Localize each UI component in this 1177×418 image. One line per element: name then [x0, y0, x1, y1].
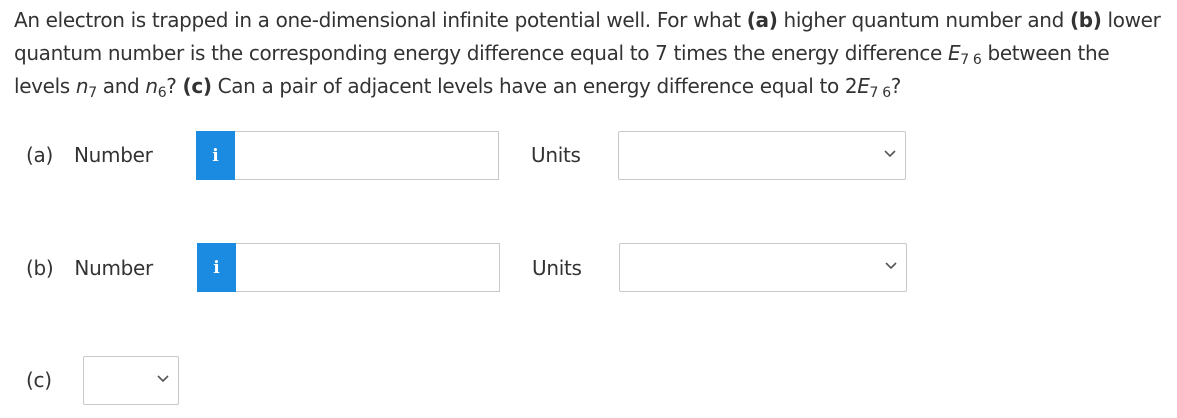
quantum-number-symbol: n	[145, 74, 158, 98]
part-b-number-input[interactable]	[236, 243, 500, 292]
chevron-down-icon	[885, 262, 897, 270]
part-a-info-icon[interactable]: i	[196, 131, 235, 180]
quantum-number-symbol: n	[75, 74, 89, 98]
energy-subscript: 7 6	[960, 52, 982, 68]
question-fragment: and	[96, 74, 146, 98]
question-part-b-tag: (b)	[1069, 8, 1102, 32]
question-fragment: ?	[166, 74, 183, 98]
part-b-units-label: Units	[532, 256, 582, 280]
part-a-label: (a) Number	[26, 143, 153, 167]
question-fragment: Can a pair of adjacent levels have an en…	[211, 74, 858, 98]
question-part-a-tag: (a)	[746, 8, 778, 32]
chevron-down-icon	[884, 150, 896, 158]
chevron-down-icon	[157, 375, 169, 383]
part-b-tag: (b)	[26, 256, 54, 280]
part-a-units-label: Units	[531, 143, 581, 167]
quantum-number-subscript: 6	[157, 85, 167, 101]
part-a-units-select[interactable]	[618, 131, 906, 180]
energy-subscript: 7 6	[869, 85, 892, 101]
question-fragment: ?	[890, 74, 902, 98]
part-b-label: (b) Number	[26, 256, 153, 280]
part-b-units-select[interactable]	[619, 243, 907, 292]
part-c-label: (c)	[26, 368, 52, 392]
part-a-number-input[interactable]	[235, 131, 499, 180]
part-a-number-label: Number	[73, 143, 153, 167]
part-c-select[interactable]	[83, 356, 179, 405]
part-a-tag: (a)	[26, 143, 53, 167]
energy-symbol: E	[947, 41, 961, 65]
question-part-c-tag: (c)	[182, 74, 212, 98]
part-b-info-icon[interactable]: i	[197, 243, 236, 292]
energy-symbol: E	[857, 74, 870, 98]
part-b-number-label: Number	[74, 256, 153, 280]
question-fragment: higher quantum number and	[777, 8, 1070, 32]
quantum-number-subscript: 7	[88, 85, 97, 101]
part-c-tag: (c)	[26, 368, 52, 392]
question-text: An electron is trapped in a one-dimensio…	[14, 4, 1164, 103]
question-fragment: An electron is trapped in a one-dimensio…	[14, 8, 747, 32]
